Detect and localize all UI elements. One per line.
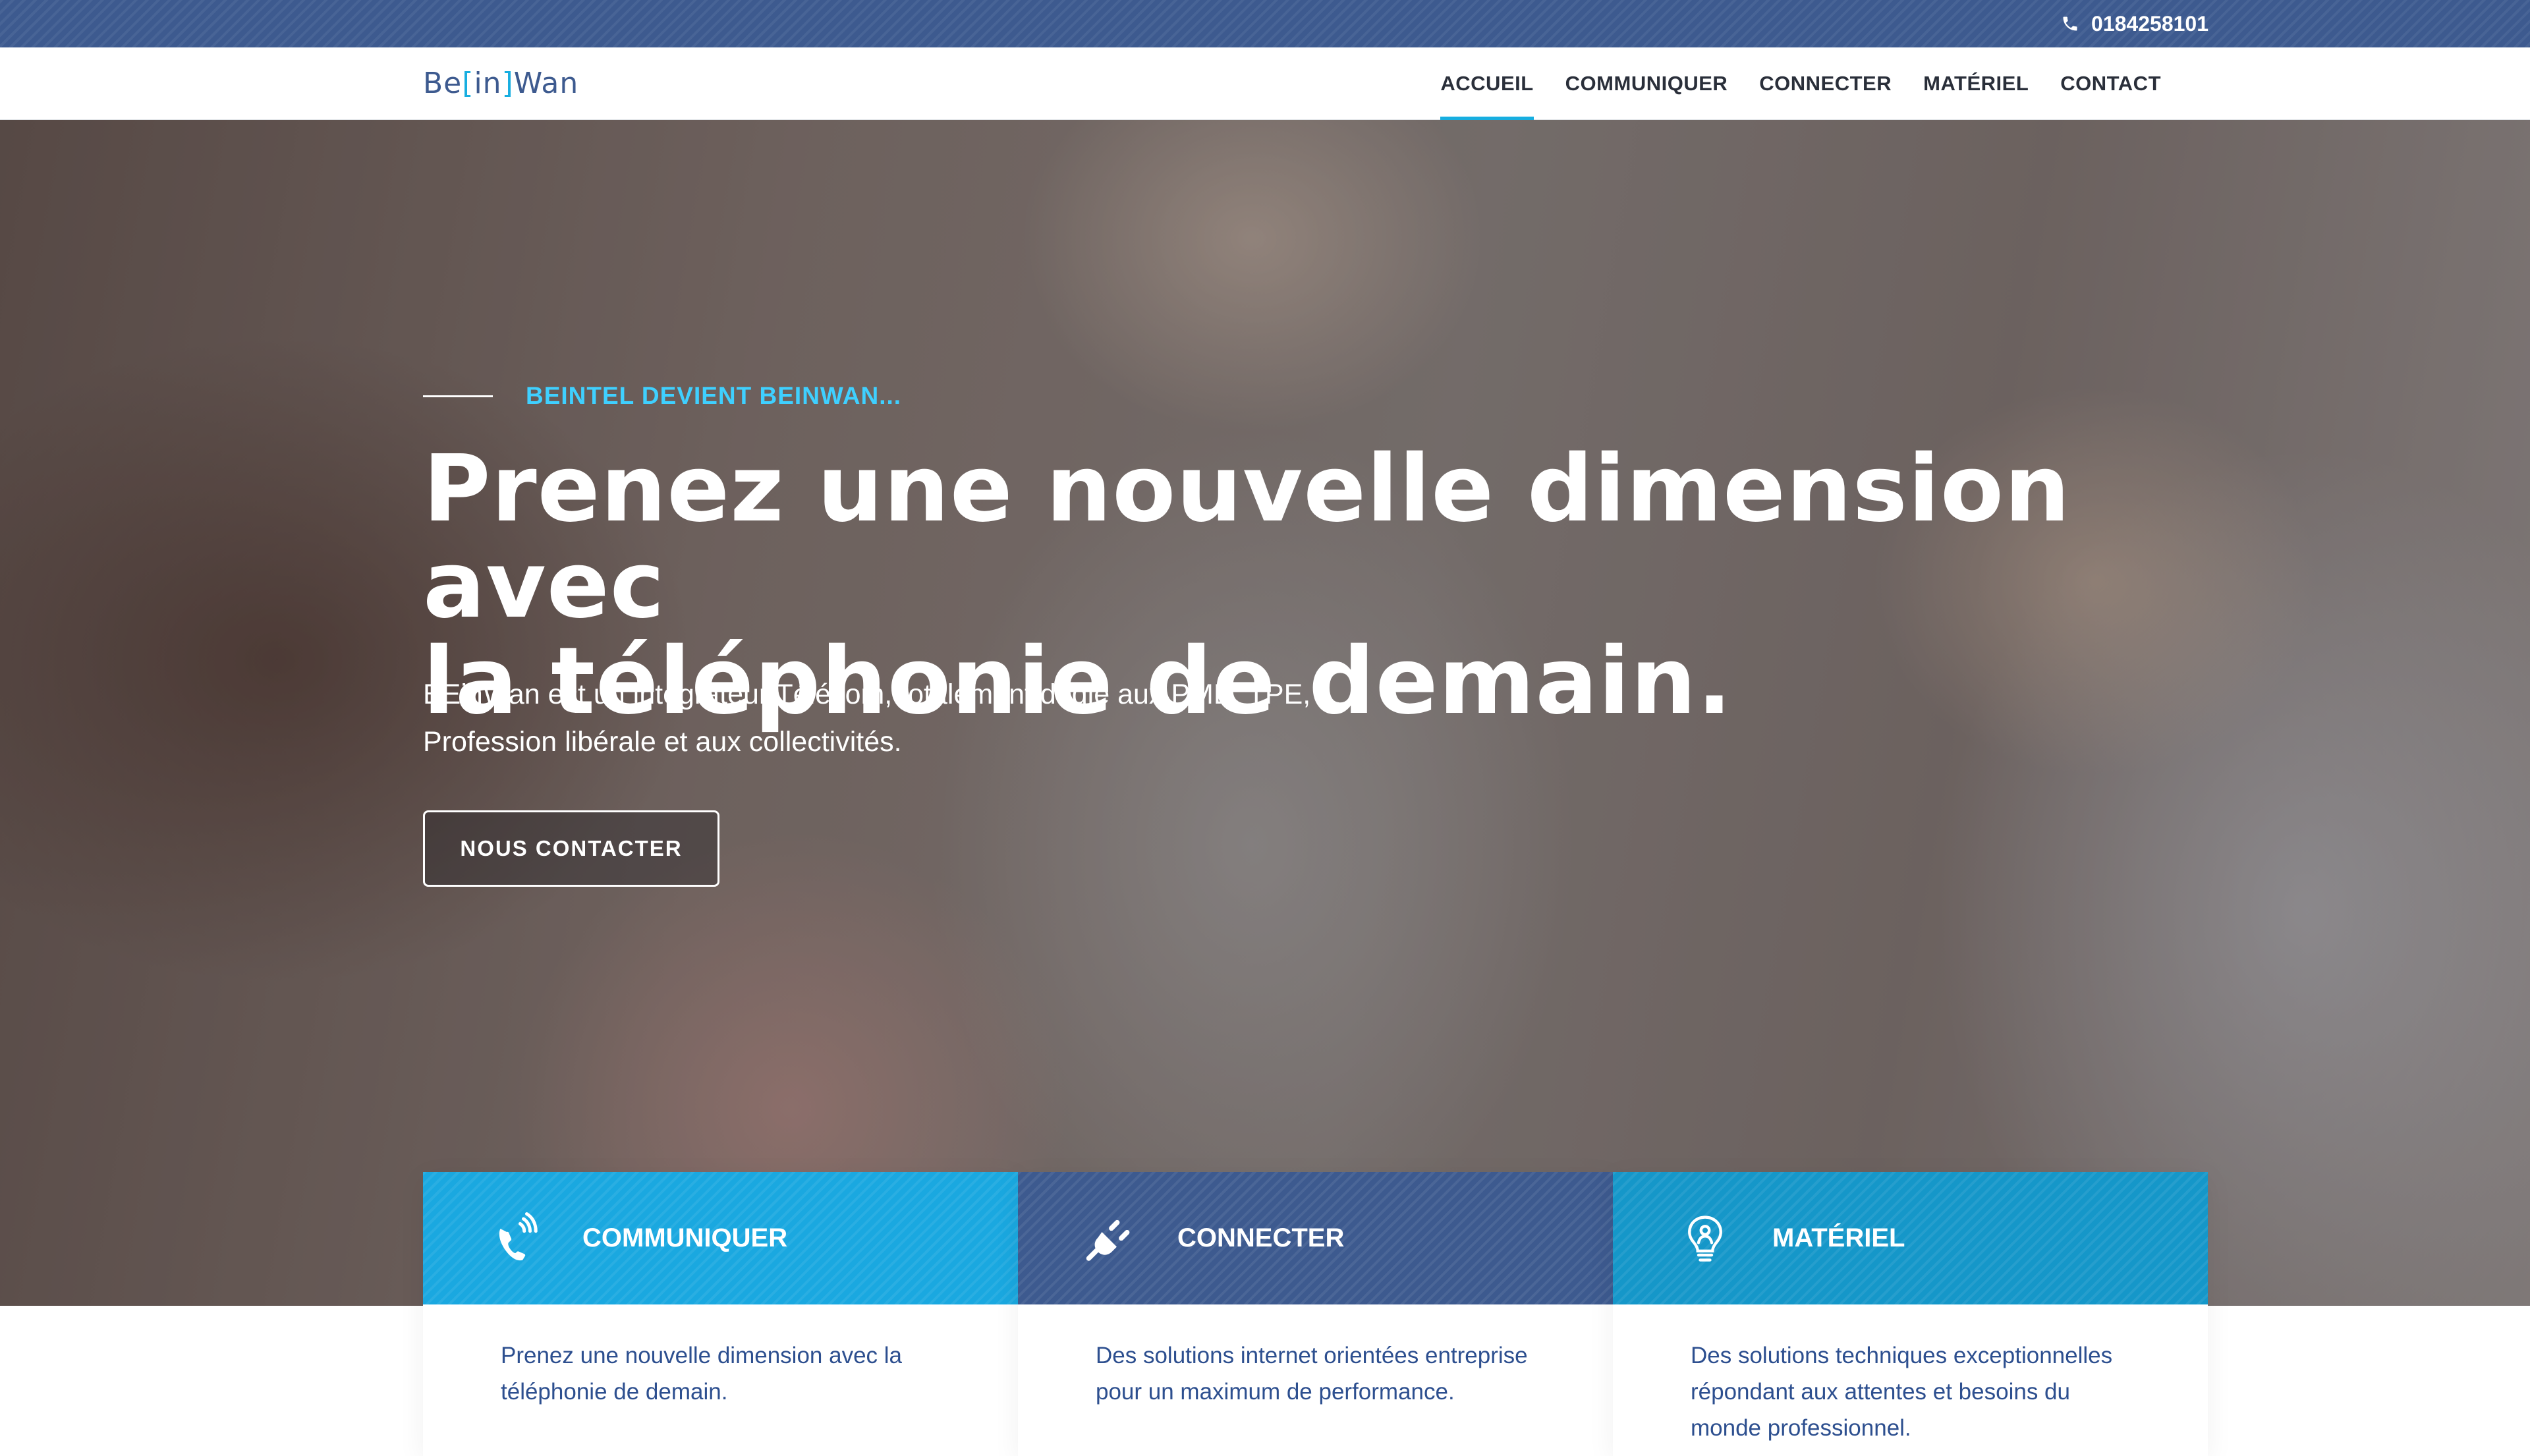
headline-line-1: Prenez une nouvelle dimension avec	[423, 435, 2071, 639]
card-title: MATÉRIEL	[1772, 1223, 1905, 1252]
nav-item-connecter[interactable]: CONNECTER	[1759, 47, 1892, 120]
logo-bracket-close: ]	[501, 66, 514, 100]
phone-number[interactable]: 0184258101	[2091, 12, 2208, 36]
logo-suffix: Wan	[513, 66, 579, 100]
lightbulb-icon	[1688, 1215, 1722, 1262]
card-header: MATÉRIEL	[1613, 1172, 2208, 1304]
phone-waves-icon	[499, 1212, 538, 1260]
hero-banner: BEINTEL DEVIENT BEINWAN... Prenez une no…	[0, 120, 2530, 1306]
logo-in: in	[474, 66, 502, 100]
main-nav: ACCUEIL COMMUNIQUER CONNECTER MATÉRIEL C…	[1440, 47, 2161, 120]
card-connecter[interactable]: CONNECTER Des solutions internet orienté…	[1018, 1172, 1613, 1456]
contact-us-button[interactable]: NOUS CONTACTER	[423, 810, 719, 887]
eyebrow-divider	[423, 395, 493, 397]
logo-bracket-open: [	[462, 66, 474, 100]
phone-contact[interactable]: 0184258101	[2061, 0, 2208, 47]
logo[interactable]: Be[in] Wan	[423, 63, 578, 103]
nav-item-contact[interactable]: CONTACT	[2060, 47, 2161, 120]
hero-subtext: BEinWan est un intégrateur Télécom, tota…	[423, 671, 1477, 766]
eyebrow-text: BEINTEL DEVIENT BEINWAN...	[526, 382, 902, 409]
feature-cards: COMMUNIQUER Prenez une nouvelle dimensio…	[423, 1172, 2208, 1456]
nav-item-communiquer[interactable]: COMMUNIQUER	[1565, 47, 1728, 120]
subtext-line-1: BEinWan est un intégrateur Télécom, tota…	[423, 679, 1311, 710]
card-description: Prenez une nouvelle dimension avec la té…	[501, 1343, 902, 1405]
nav-item-accueil[interactable]: ACCUEIL	[1440, 47, 1534, 120]
nav-item-materiel[interactable]: MATÉRIEL	[1923, 47, 2029, 120]
top-bar: 0184258101	[0, 0, 2530, 47]
site-header: Be[in] Wan ACCUEIL COMMUNIQUER CONNECTER …	[0, 47, 2530, 120]
card-description: Des solutions techniques exceptionnelles…	[1691, 1343, 2113, 1441]
card-description: Des solutions internet orientées entrepr…	[1096, 1343, 1528, 1405]
card-title: COMMUNIQUER	[582, 1223, 788, 1252]
card-header: CONNECTER	[1018, 1172, 1613, 1304]
card-materiel[interactable]: MATÉRIEL Des solutions techniques except…	[1613, 1172, 2208, 1456]
subtext-line-2: Profession libérale et aux collectivités…	[423, 726, 902, 758]
card-header: COMMUNIQUER	[423, 1172, 1018, 1304]
card-title: CONNECTER	[1177, 1223, 1345, 1252]
plug-icon	[1086, 1219, 1130, 1261]
phone-icon	[2063, 16, 2077, 31]
hero-eyebrow: BEINTEL DEVIENT BEINWAN...	[423, 382, 901, 410]
logo-prefix: Be	[423, 66, 463, 100]
card-communiquer[interactable]: COMMUNIQUER Prenez une nouvelle dimensio…	[423, 1172, 1018, 1456]
